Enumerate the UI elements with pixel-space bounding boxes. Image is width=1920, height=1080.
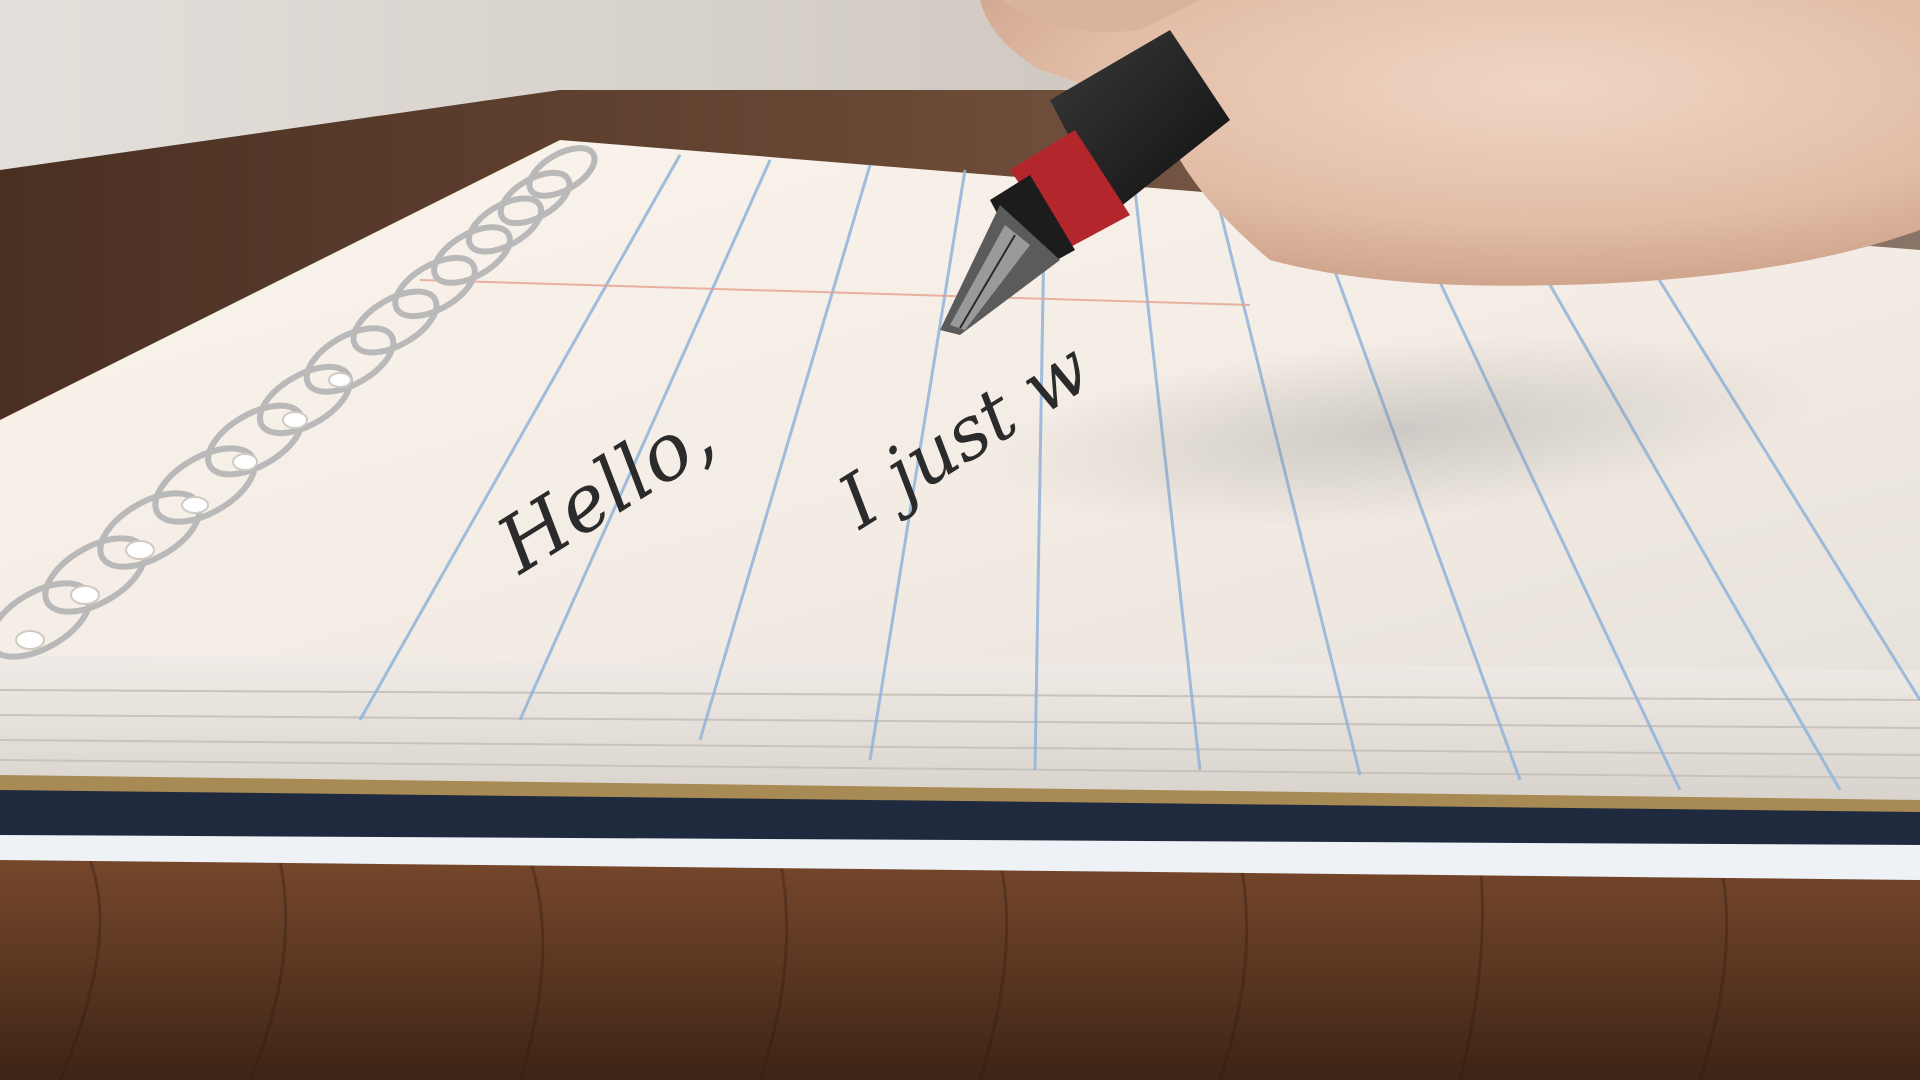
page-stack-edge (0, 650, 1920, 800)
notebook-photo: Hello, I just w (0, 0, 1920, 1080)
photo-scene: Hello, I just w (0, 0, 1920, 1080)
